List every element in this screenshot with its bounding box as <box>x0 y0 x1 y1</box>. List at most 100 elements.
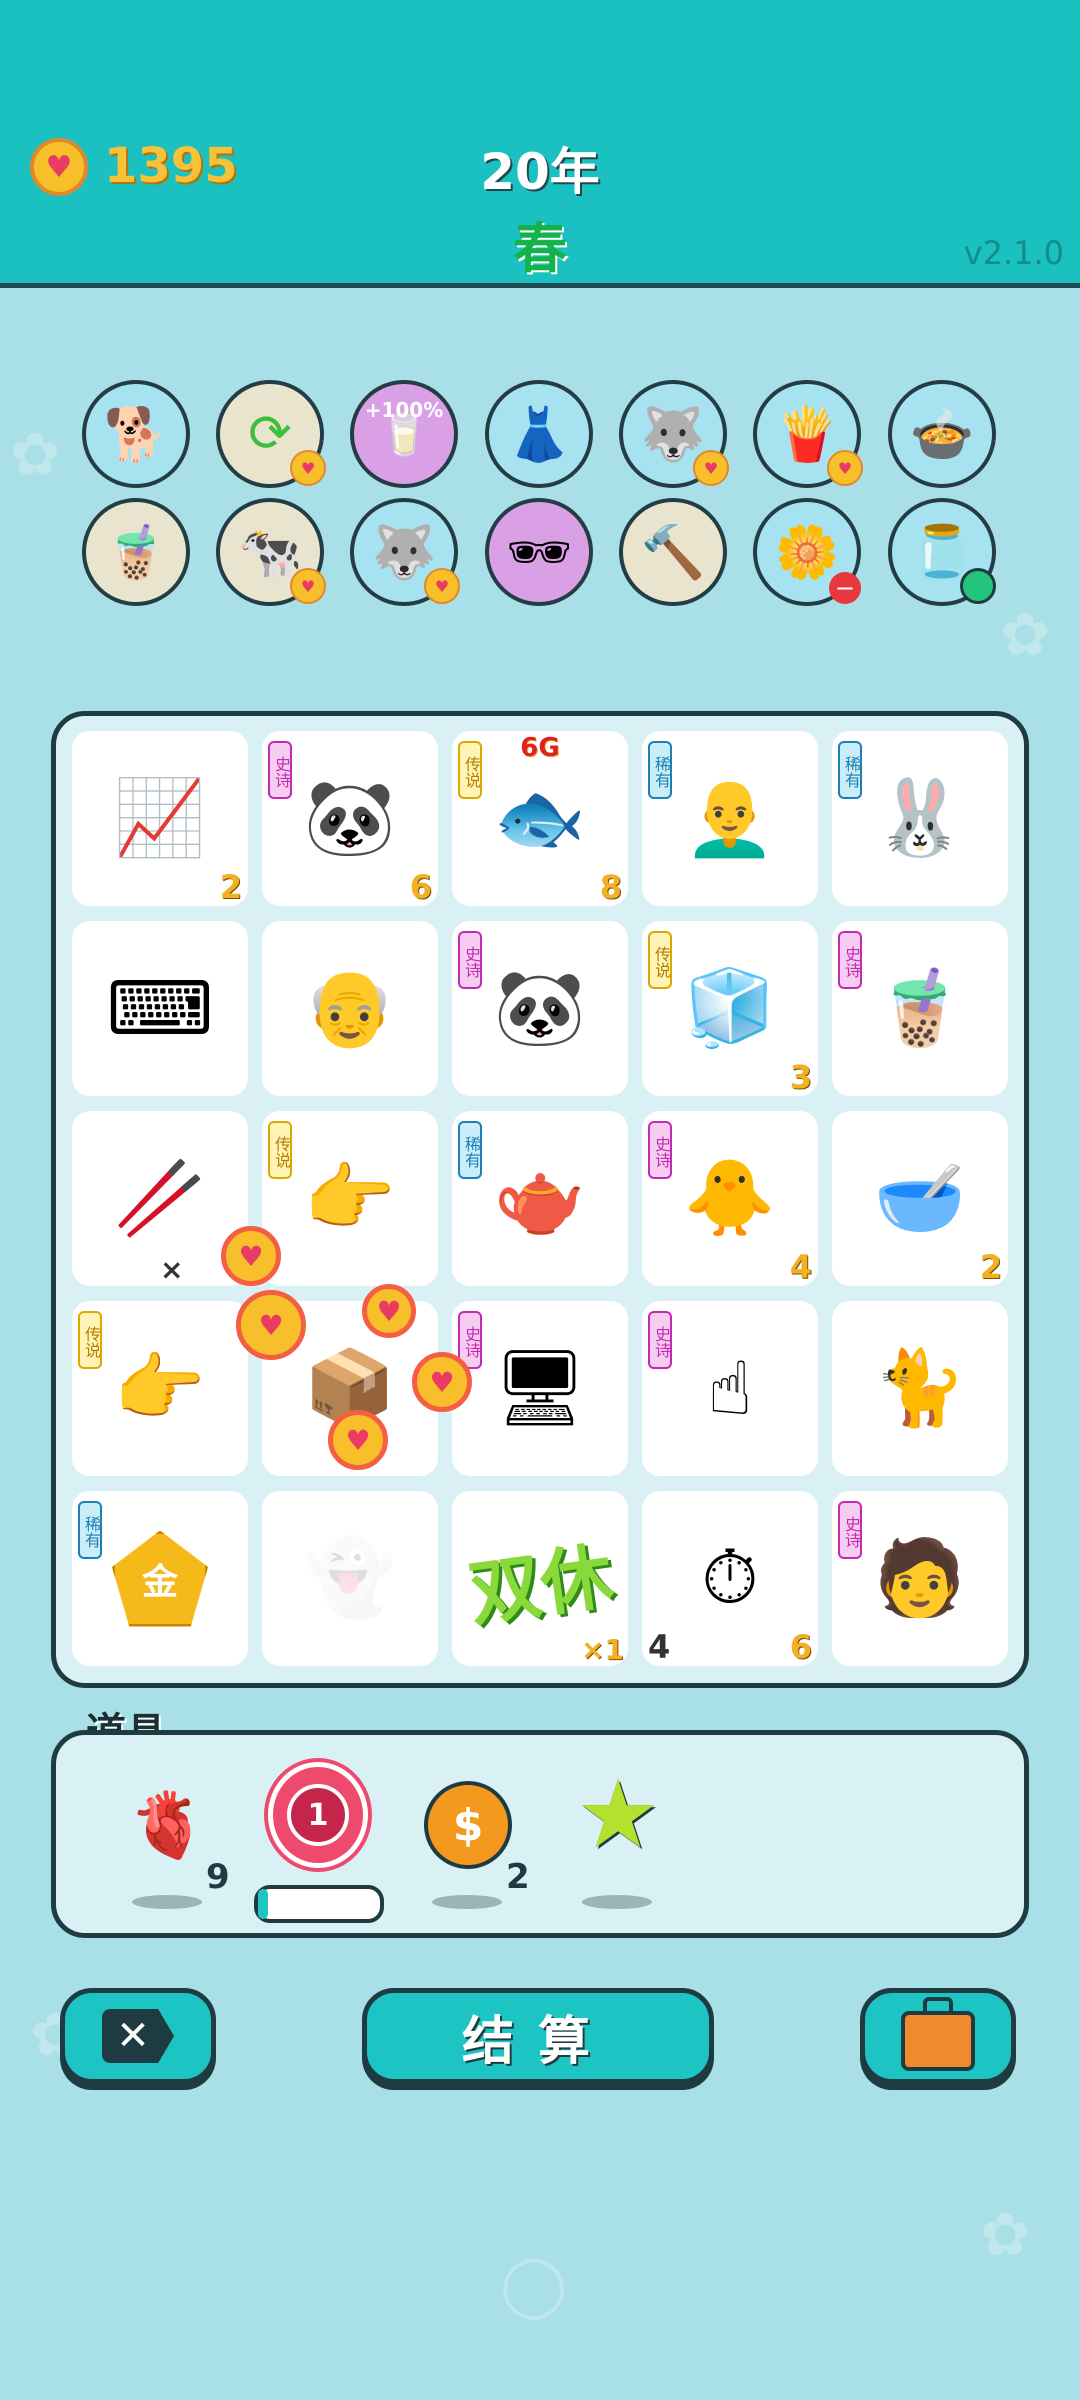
husky-icon[interactable]: 🐺 ♥ <box>350 498 460 606</box>
briefcase-button[interactable] <box>860 1988 1016 2084</box>
prop-count: 9 <box>206 1857 230 1897</box>
multiplier-label: × <box>160 1253 184 1286</box>
heart-badge-icon: ♥ <box>290 450 326 486</box>
minus-badge-icon: − <box>829 572 861 604</box>
hand-icon: 👉 <box>113 1345 207 1431</box>
rarity-tag: 稀有 <box>838 741 862 799</box>
rarity-tag: 史诗 <box>838 931 862 989</box>
rarity-tag: 传说 <box>78 1311 102 1369</box>
refresh-icon[interactable]: ⟳ ♥ <box>216 380 326 488</box>
bonus-heart-coin-icon[interactable]: ♥ <box>221 1226 281 1286</box>
multiplier-label: ×1 <box>581 1633 624 1666</box>
bonus-heart-coin-icon[interactable]: ♥ <box>412 1352 472 1412</box>
hammer-icon[interactable]: 🔨 <box>619 498 727 606</box>
top-bar: ♥ 1395 20年 春 v2.1.0 <box>0 0 1080 288</box>
board-cell[interactable]: ⌨ <box>72 921 248 1096</box>
board-cell[interactable]: 金稀有 <box>72 1491 248 1666</box>
rarity-tag: 史诗 <box>838 1501 862 1559</box>
board-cell[interactable]: ☝ 史诗 <box>642 1301 818 1476</box>
rarity-tag: 稀有 <box>458 1121 482 1179</box>
sunglasses-icon[interactable]: 🕶 <box>485 498 593 606</box>
bubble-tea-icon: 🧋 <box>873 965 967 1051</box>
bg-pattern: ✿ <box>980 2200 1031 2270</box>
cell-count: 2 <box>979 1248 1002 1286</box>
cell-count: 4 <box>789 1248 812 1286</box>
board-cell[interactable]: 👨‍🦲 稀有 <box>642 731 818 906</box>
target-icon[interactable]: 1 <box>268 1762 368 1868</box>
prop-count: 2 <box>506 1857 530 1897</box>
board-cell[interactable]: 🧊 传说 3 <box>642 921 818 1096</box>
tea-bag-icon[interactable]: 🫙 <box>888 498 996 606</box>
liver-icon[interactable]: 🫀 <box>118 1775 218 1875</box>
gpu-icon: 🖥 <box>493 1345 587 1431</box>
version-label: v2.1.0 <box>963 234 1064 272</box>
panda-icon: 🐼 <box>493 965 587 1051</box>
bonus-heart-coin-icon[interactable]: ♥ <box>362 1284 416 1338</box>
settle-button[interactable]: 结算 <box>362 1988 714 2084</box>
board-cell[interactable]: 🐼 史诗 <box>452 921 628 1096</box>
star-icon[interactable]: ★ <box>568 1761 668 1870</box>
board-cell[interactable]: 🐈 <box>832 1301 1008 1476</box>
rarity-tag: 史诗 <box>268 741 292 799</box>
board-cell[interactable]: 👉 传说 <box>72 1301 248 1476</box>
heart-badge-icon: ♥ <box>424 568 460 604</box>
cell-count: 3 <box>789 1058 812 1096</box>
board-cell[interactable]: 👴 <box>262 921 438 1096</box>
panda-icon: 🐼 <box>303 775 397 861</box>
cat-king-icon[interactable]: 🐕 <box>82 380 190 488</box>
cell-count: 6 <box>789 1628 812 1666</box>
board-cell[interactable]: 🐥 史诗 4 <box>642 1111 818 1286</box>
chick-icon: 🐥 <box>683 1155 777 1241</box>
target-count: 1 <box>287 1784 349 1846</box>
coin-count: 1395 <box>104 138 238 194</box>
heart-coin-icon: ♥ <box>30 138 88 196</box>
bg-pattern: ✿ <box>1000 600 1051 670</box>
chart-icon: 📈 <box>113 775 207 861</box>
quit-button[interactable]: ✕ <box>60 1988 216 2084</box>
skirt-icon[interactable]: 👗 <box>485 380 593 488</box>
heart-badge-icon: ♥ <box>290 568 326 604</box>
board-cell[interactable]: 🧑 史诗 <box>832 1491 1008 1666</box>
milk-tea-icon[interactable]: 🧋 <box>82 498 190 606</box>
fries-icon[interactable]: 🍟 ♥ <box>753 380 863 488</box>
board-cell[interactable]: 🐟 传说 6G 8 <box>452 731 628 906</box>
rarity-tag: 史诗 <box>458 931 482 989</box>
settle-label: 结算 <box>461 2011 614 2072</box>
duck-pot-icon[interactable]: 🍲 <box>888 380 996 488</box>
board-cell[interactable]: 🧋 史诗 <box>832 921 1008 1096</box>
board-cell[interactable]: 🫖 稀有 <box>452 1111 628 1286</box>
board-cell[interactable]: ⏱ 6 4 <box>642 1491 818 1666</box>
heart-badge-icon: ♥ <box>693 450 729 486</box>
finger-icon: ☝ <box>707 1345 753 1432</box>
board-cell[interactable]: 📈 2 <box>72 731 248 906</box>
board-cell[interactable]: 双休 ×1 <box>452 1491 628 1666</box>
close-icon: ✕ <box>102 2009 174 2063</box>
rarity-tag: 传说 <box>648 931 672 989</box>
gold-icon: 金 <box>112 1530 208 1627</box>
hand-icon: 👉 <box>303 1155 397 1241</box>
board-cell[interactable]: 🐼 史诗 6 <box>262 731 438 906</box>
bg-pattern: ✿ <box>10 420 61 490</box>
rarity-tag: 稀有 <box>648 741 672 799</box>
cow-pair-icon[interactable]: 🐄 ♥ <box>216 498 326 606</box>
cat-icon: 🐈 <box>873 1345 967 1431</box>
husky-icon[interactable]: 🐺 ♥ <box>619 380 729 488</box>
bonus-heart-coin-icon[interactable]: ♥ <box>236 1290 306 1360</box>
koi-icon: 🐟 <box>493 775 587 861</box>
flower-pot-icon[interactable]: 🌼 − <box>753 498 861 606</box>
bonus-heart-coin-icon[interactable]: ♥ <box>328 1410 388 1470</box>
bg-pattern: ◯ <box>500 2250 568 2320</box>
prop-shadow <box>432 1895 502 1909</box>
fridge-icon: 🧊 <box>683 965 777 1051</box>
rarity-tag: 史诗 <box>648 1311 672 1369</box>
milk-cup-icon[interactable]: 🥛 +100% <box>350 380 458 488</box>
board-cell[interactable]: 🖥 史诗 <box>452 1301 628 1476</box>
cell-count: 2 <box>219 868 242 906</box>
dollar-coin-icon[interactable]: $ <box>418 1775 518 1875</box>
straw-icon: 🥢 <box>113 1155 207 1241</box>
board-cell[interactable]: 👻 <box>262 1491 438 1666</box>
board-cell[interactable]: 🐰 稀有 <box>832 731 1008 906</box>
board-cell[interactable]: 🥣 2 <box>832 1111 1008 1286</box>
board-cell[interactable]: 👉 传说 <box>262 1111 438 1286</box>
props-panel: 🫀 9 1 $ 2 ★ <box>51 1730 1029 1938</box>
